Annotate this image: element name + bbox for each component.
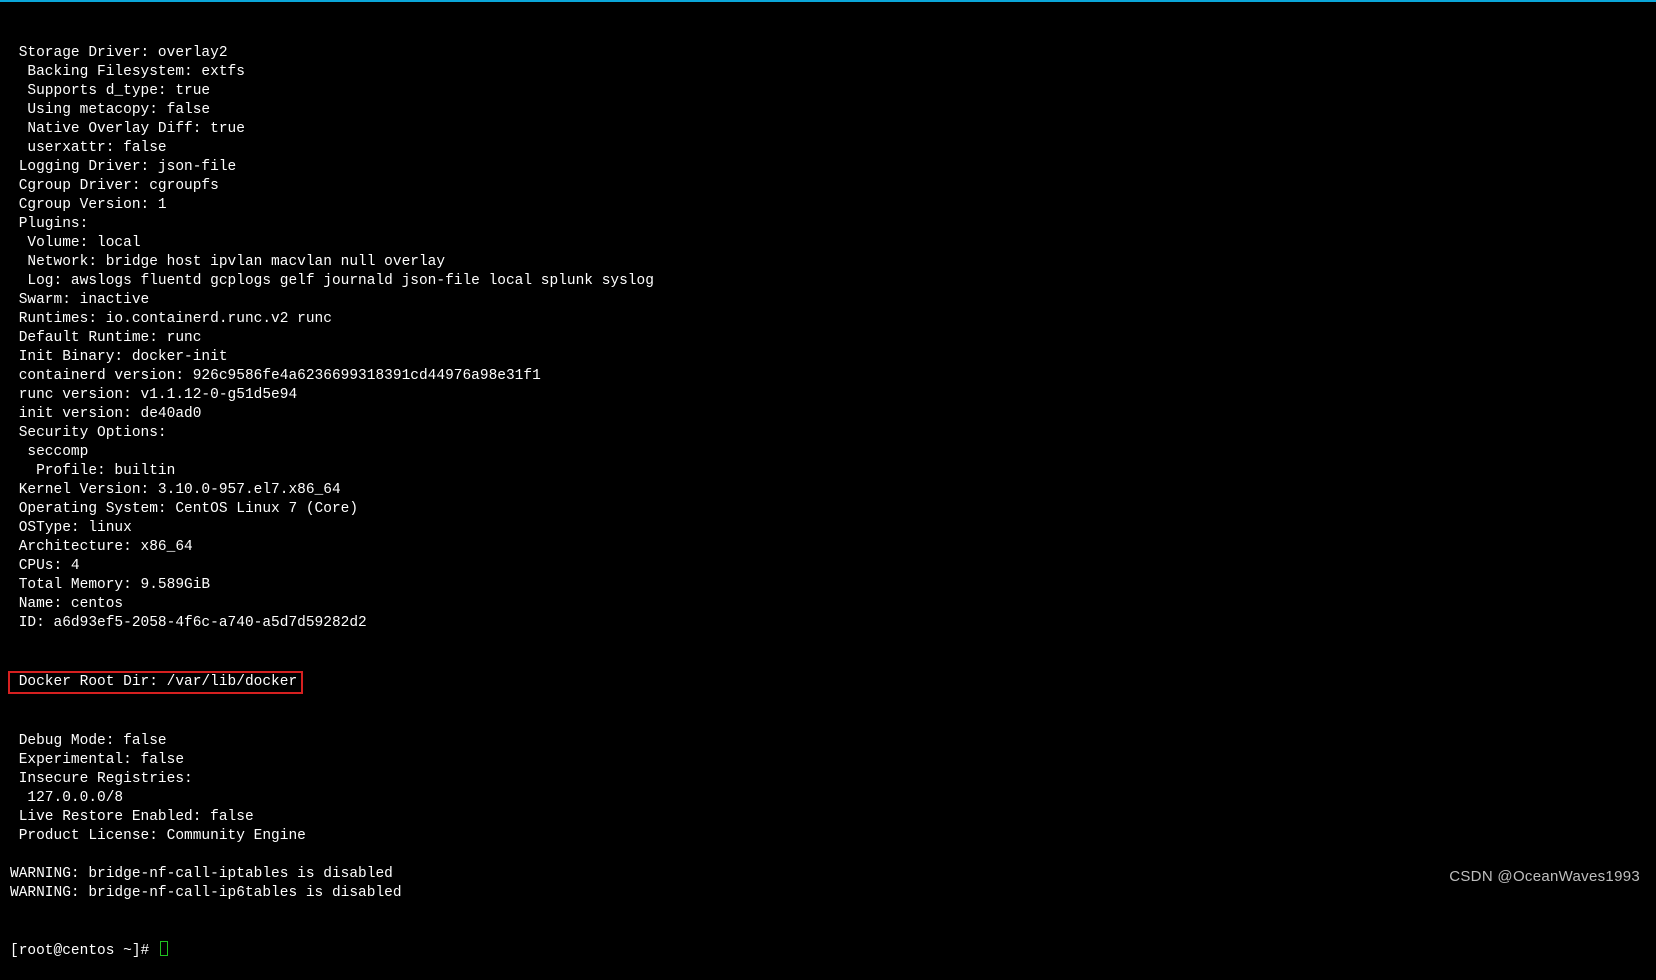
terminal-line: 127.0.0.0/8: [10, 789, 1646, 808]
terminal-line: Storage Driver: overlay2: [10, 44, 1646, 63]
terminal-line: Network: bridge host ipvlan macvlan null…: [10, 253, 1646, 272]
terminal-line: Log: awslogs fluentd gcplogs gelf journa…: [10, 272, 1646, 291]
terminal-line: Insecure Registries:: [10, 770, 1646, 789]
terminal-line: Cgroup Driver: cgroupfs: [10, 177, 1646, 196]
terminal-line: ID: a6d93ef5-2058-4f6c-a740-a5d7d59282d2: [10, 614, 1646, 633]
terminal-line: Plugins:: [10, 215, 1646, 234]
terminal-line: Default Runtime: runc: [10, 329, 1646, 348]
window-top-border: [0, 0, 1656, 2]
terminal-line: Live Restore Enabled: false: [10, 808, 1646, 827]
terminal-line: Security Options:: [10, 424, 1646, 443]
terminal-line-highlighted: Docker Root Dir: /var/lib/docker: [10, 674, 297, 690]
terminal-output[interactable]: Storage Driver: overlay2 Backing Filesys…: [10, 6, 1646, 980]
terminal-line: containerd version: 926c9586fe4a62366993…: [10, 367, 1646, 386]
highlight-docker-root-dir: Docker Root Dir: /var/lib/docker: [8, 671, 303, 694]
terminal-line: Volume: local: [10, 234, 1646, 253]
terminal-line: WARNING: bridge-nf-call-iptables is disa…: [10, 865, 1646, 884]
terminal-line: Init Binary: docker-init: [10, 348, 1646, 367]
terminal-line: Native Overlay Diff: true: [10, 120, 1646, 139]
terminal-line: Debug Mode: false: [10, 732, 1646, 751]
terminal-line: Profile: builtin: [10, 462, 1646, 481]
terminal-line: runc version: v1.1.12-0-g51d5e94: [10, 386, 1646, 405]
terminal-line: Total Memory: 9.589GiB: [10, 576, 1646, 595]
terminal-line: Operating System: CentOS Linux 7 (Core): [10, 500, 1646, 519]
terminal-line: seccomp: [10, 443, 1646, 462]
terminal-line: Architecture: x86_64: [10, 538, 1646, 557]
terminal-line: Experimental: false: [10, 751, 1646, 770]
terminal-line: Cgroup Version: 1: [10, 196, 1646, 215]
terminal-line: Name: centos: [10, 595, 1646, 614]
terminal-line: Using metacopy: false: [10, 101, 1646, 120]
terminal-line: OSType: linux: [10, 519, 1646, 538]
terminal-line: Logging Driver: json-file: [10, 158, 1646, 177]
terminal-line: Supports d_type: true: [10, 82, 1646, 101]
terminal-line: userxattr: false: [10, 139, 1646, 158]
terminal-line: init version: de40ad0: [10, 405, 1646, 424]
watermark-text: CSDN @OceanWaves1993: [1449, 867, 1640, 886]
terminal-line: Swarm: inactive: [10, 291, 1646, 310]
shell-prompt: [root@centos ~]#: [10, 943, 158, 959]
terminal-line: Kernel Version: 3.10.0-957.el7.x86_64: [10, 481, 1646, 500]
terminal-line: CPUs: 4: [10, 557, 1646, 576]
terminal-line: Runtimes: io.containerd.runc.v2 runc: [10, 310, 1646, 329]
cursor-icon: [160, 941, 168, 956]
terminal-line: [10, 846, 1646, 865]
terminal-line: Backing Filesystem: extfs: [10, 63, 1646, 82]
terminal-line: Product License: Community Engine: [10, 827, 1646, 846]
